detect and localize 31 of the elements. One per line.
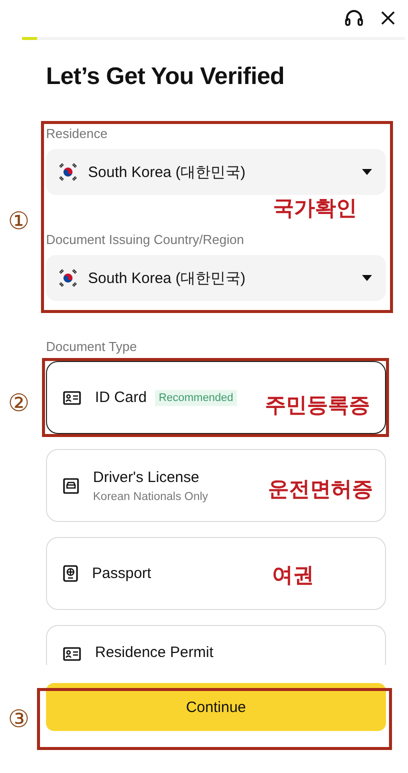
recommended-tag: Recommended: [154, 390, 238, 406]
option-title: Residence Permit: [95, 644, 214, 661]
headset-icon[interactable]: [344, 9, 364, 27]
continue-button[interactable]: Continue: [46, 683, 386, 731]
annotation-number: ①: [8, 209, 30, 235]
annotation-number: ②: [8, 391, 30, 417]
close-icon[interactable]: [380, 10, 396, 26]
option-title: Passport: [92, 565, 152, 582]
page-title: Let’s Get You Verified: [46, 62, 286, 92]
document-option[interactable]: Residence Permit: [46, 625, 386, 665]
flag-icon: [58, 268, 78, 288]
annotation-note: 운전면허증: [268, 477, 373, 503]
country-dropdown[interactable]: South Korea (대한민국): [46, 255, 386, 301]
field-label: Residence: [46, 126, 108, 142]
annotation-note: 국가확인: [273, 196, 357, 222]
section-label: Document Type: [46, 339, 138, 355]
car-icon: [63, 478, 79, 494]
id-card-icon: [63, 390, 81, 404]
dropdown-caret-icon: [362, 169, 372, 175]
field-label: Document Issuing Country/Region: [46, 232, 244, 248]
option-note: Korean Nationals Only: [93, 490, 208, 502]
country-dropdown[interactable]: South Korea (대한민국): [46, 149, 386, 195]
passport-icon: [63, 565, 78, 582]
annotation-number: ③: [8, 707, 30, 733]
flag-icon: [58, 162, 78, 182]
dropdown-caret-icon: [362, 275, 372, 281]
option-title: Driver's License: [93, 468, 200, 486]
annotation-note: 여권: [272, 563, 314, 589]
option-title: ID Card: [95, 389, 147, 406]
id-card-icon: [63, 647, 81, 661]
annotation-note: 주민등록증: [265, 393, 370, 419]
